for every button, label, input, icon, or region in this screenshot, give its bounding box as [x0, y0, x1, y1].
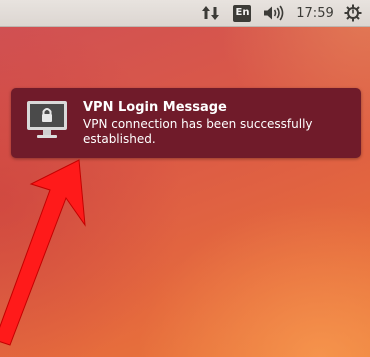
clock-indicator[interactable]: 17:59 — [294, 0, 336, 26]
network-transfer-icon[interactable] — [198, 0, 224, 26]
top-panel: En 17:59 — [0, 0, 370, 27]
keyboard-layout-label: En — [232, 4, 252, 22]
speaker-volume-icon[interactable] — [261, 0, 287, 26]
vpn-notification-bubble: VPN Login Message VPN connection has bee… — [11, 88, 361, 158]
vpn-monitor-lock-icon — [25, 98, 69, 142]
notification-title: VPN Login Message — [83, 100, 227, 115]
keyboard-layout-indicator[interactable]: En — [229, 0, 255, 26]
desktop-background — [0, 0, 370, 357]
notification-body: VPN connection has been successfully est… — [83, 117, 313, 146]
power-gear-icon[interactable] — [341, 0, 365, 26]
clock-time: 17:59 — [296, 5, 334, 21]
